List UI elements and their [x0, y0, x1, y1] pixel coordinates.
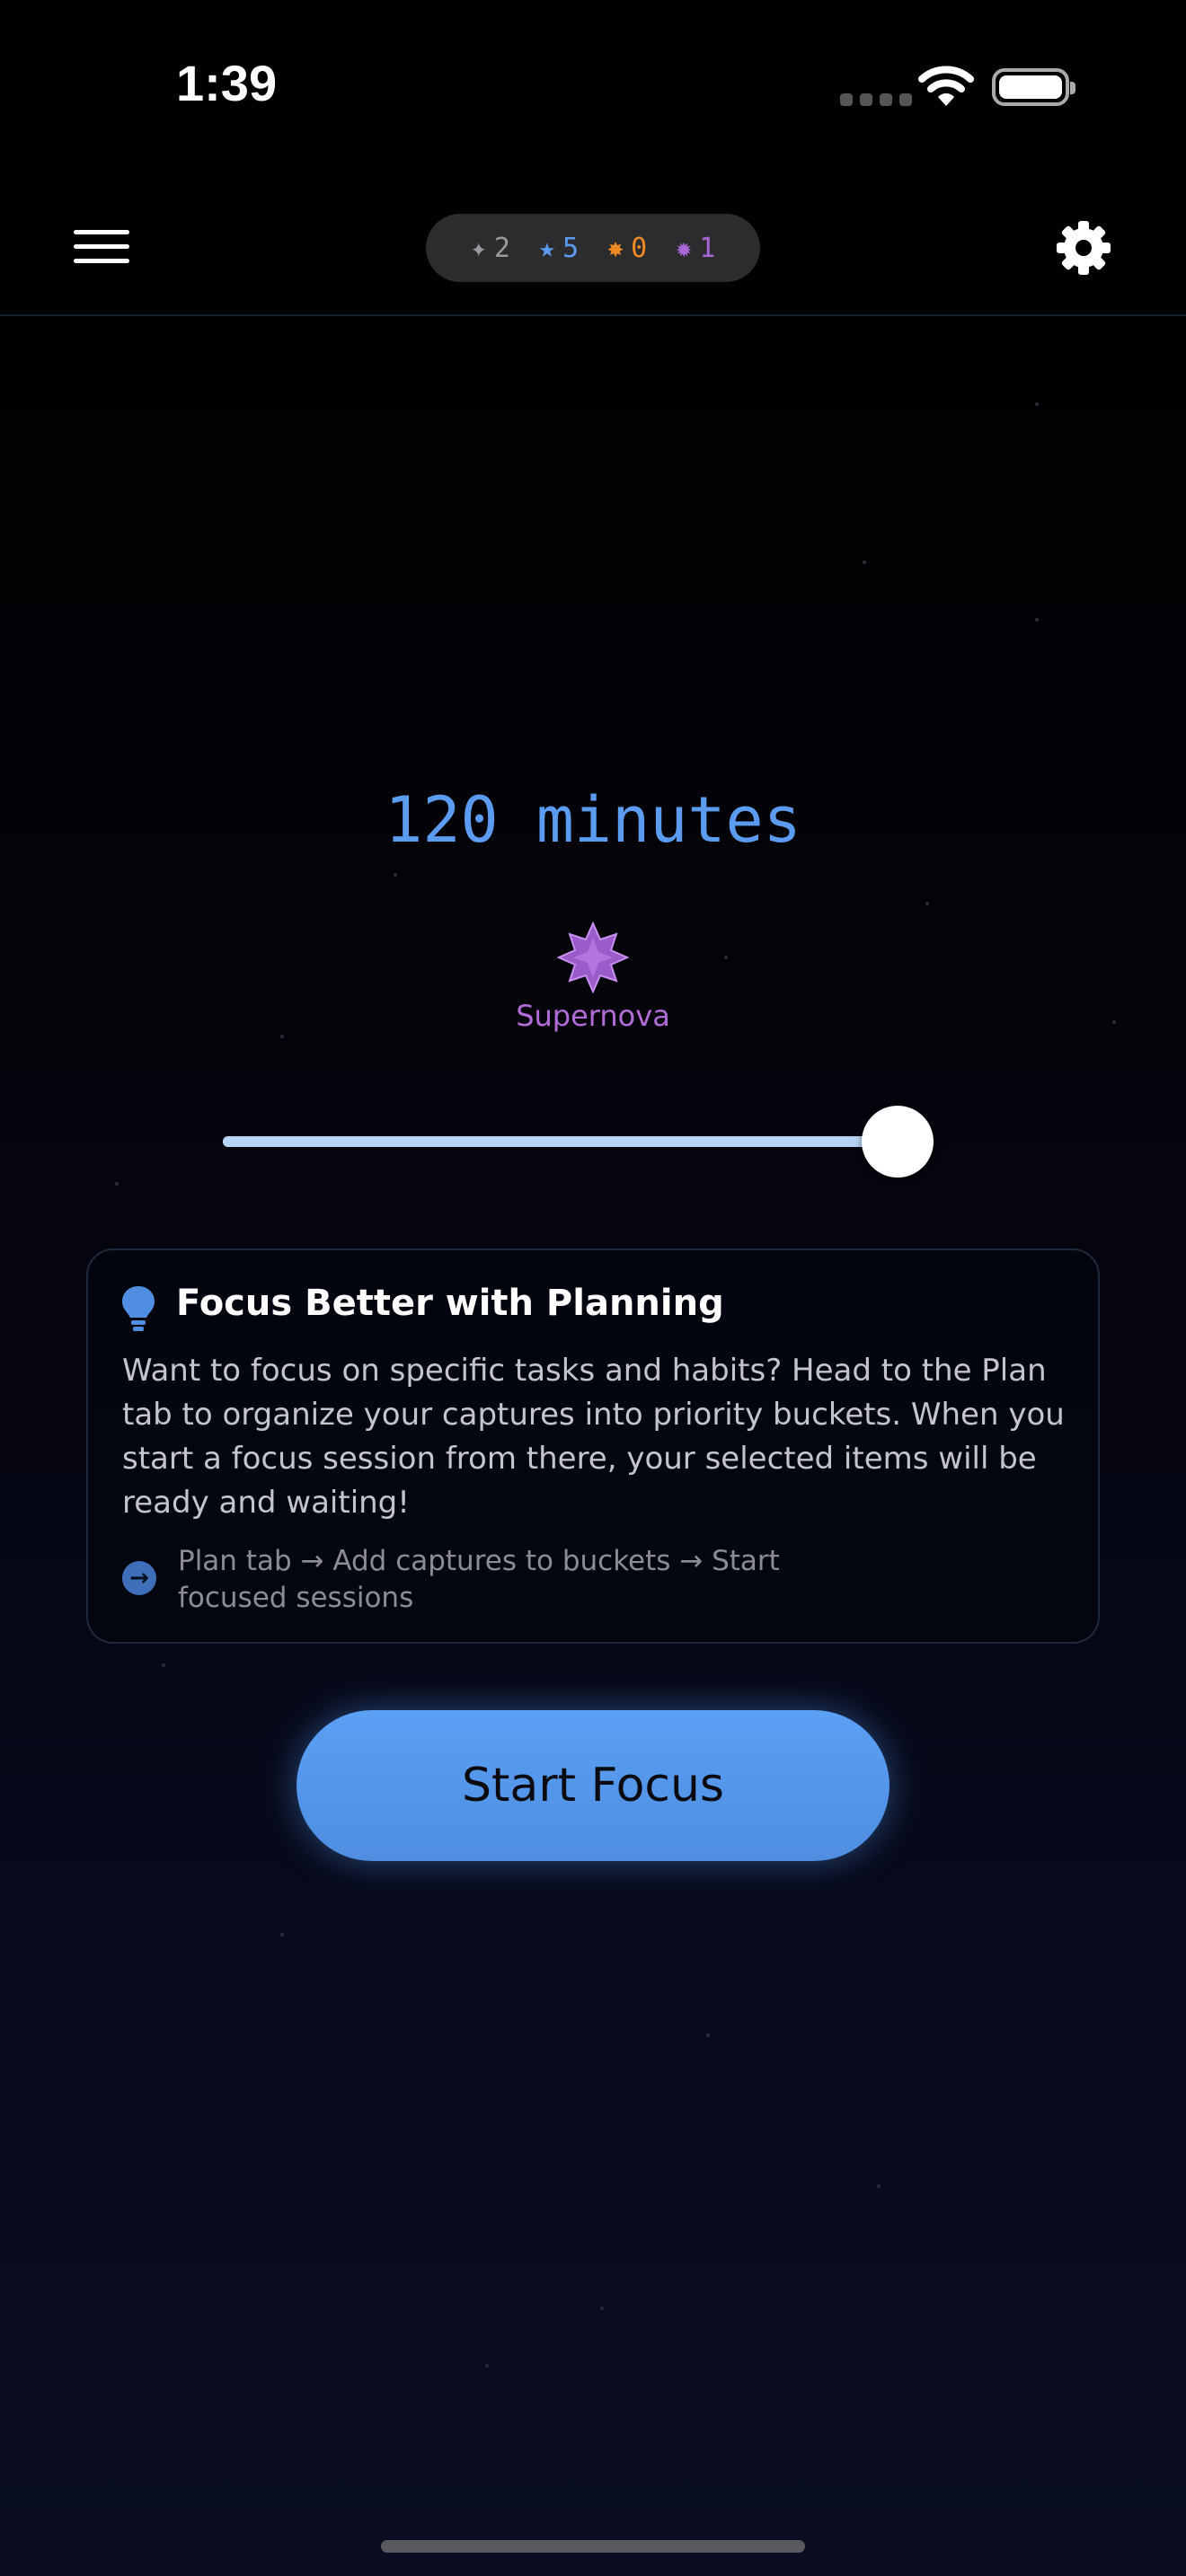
slider-fill [223, 1136, 898, 1147]
level-name: Supernova [516, 999, 670, 1033]
planning-tip-card: Focus Better with Planning Want to focus… [86, 1248, 1100, 1644]
menu-button[interactable] [74, 230, 129, 264]
tip-title: Focus Better with Planning [176, 1283, 724, 1324]
duration-slider[interactable] [223, 1106, 934, 1178]
counter-sparkle: ✦ 2 [471, 233, 510, 264]
achievement-counters[interactable]: ✦ 2 ★ 5 ✸ 0 ✹ 1 [426, 214, 760, 282]
gear-icon[interactable] [1055, 219, 1112, 277]
counter-supernova: ✹ 1 [676, 233, 715, 264]
counter-value: 0 [631, 232, 648, 264]
supernova-icon: ✹ [676, 232, 693, 264]
slider-thumb[interactable] [861, 1106, 934, 1178]
tip-body: Want to focus on specific tasks and habi… [122, 1353, 1065, 1521]
lightbulb-icon [122, 1286, 155, 1331]
header-divider [0, 314, 1186, 316]
sun-icon: ✸ [607, 232, 624, 264]
duration-label: 120 minutes [385, 783, 801, 857]
wifi-icon [918, 66, 974, 106]
battery-icon [992, 68, 1075, 106]
start-focus-button[interactable]: Start Focus [296, 1710, 890, 1861]
counter-value: 2 [493, 232, 510, 264]
star-icon: ★ [538, 232, 555, 264]
supernova-icon [557, 922, 629, 993]
counter-value: 5 [562, 232, 579, 264]
counter-sun: ✸ 0 [607, 233, 647, 264]
arrow-right-icon: → [122, 1561, 156, 1595]
tip-steps: Plan tab → Add captures to buckets → Sta… [178, 1545, 780, 1614]
home-indicator[interactable] [381, 2540, 805, 2553]
cellular-signal-icon [840, 93, 912, 106]
counter-value: 1 [699, 232, 716, 264]
counter-star: ★ 5 [539, 233, 579, 264]
status-time: 1:39 [176, 55, 278, 111]
sparkle-icon: ✦ [470, 232, 487, 264]
